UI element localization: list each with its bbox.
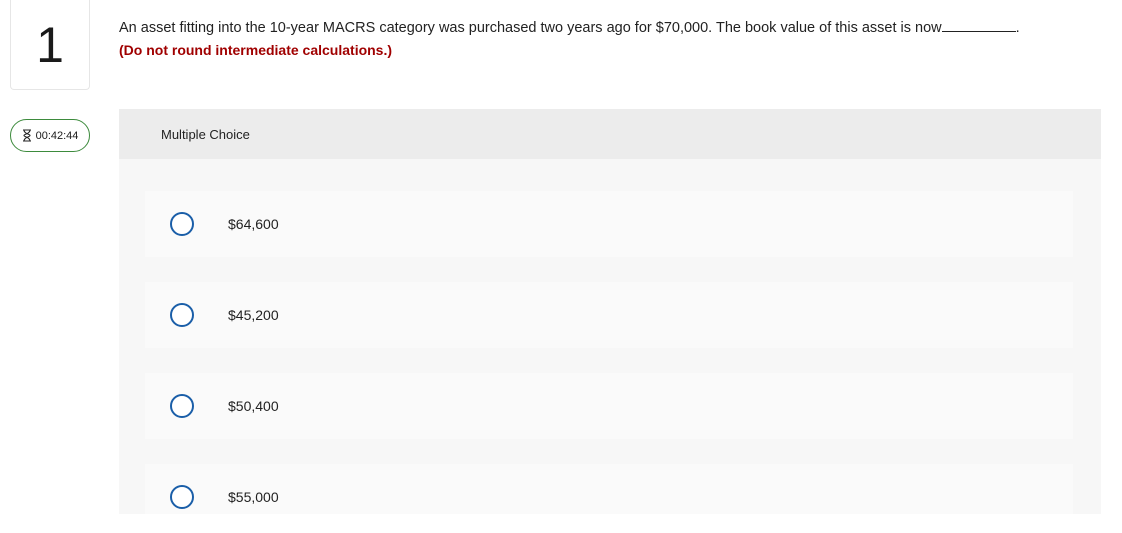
question-note: (Do not round intermediate calculations.… <box>119 42 393 58</box>
question-trailing: . <box>1015 20 1020 36</box>
multiple-choice-header: Multiple Choice <box>119 109 1101 159</box>
answer-blank <box>941 17 1016 32</box>
option-label: $50,400 <box>228 398 279 414</box>
options-list: $64,600 $45,200 $50,400 $55,000 <box>145 191 1073 514</box>
option-2[interactable]: $45,200 <box>145 282 1073 348</box>
timer-badge[interactable]: 00:42:44 <box>10 119 90 152</box>
radio-button[interactable] <box>170 212 194 236</box>
multiple-choice-label: Multiple Choice <box>161 126 250 142</box>
timer-value: 00:42:44 <box>35 129 79 142</box>
question-number: 1 <box>36 16 64 73</box>
option-4[interactable]: $55,000 <box>145 464 1073 514</box>
hourglass-icon <box>22 129 32 142</box>
option-label: $55,000 <box>228 489 279 505</box>
option-3[interactable]: $50,400 <box>145 373 1073 439</box>
question-text: An asset fitting into the 10-year MACRS … <box>119 20 942 36</box>
radio-button[interactable] <box>170 485 194 509</box>
option-1[interactable]: $64,600 <box>145 191 1073 257</box>
choice-panel: Multiple Choice $64,600 $45,200 $50,400 … <box>119 109 1101 514</box>
option-label: $45,200 <box>228 307 279 323</box>
question-prompt: An asset fitting into the 10-year MACRS … <box>119 17 1099 62</box>
radio-button[interactable] <box>170 394 194 418</box>
question-number-box: 1 <box>10 0 90 90</box>
radio-button[interactable] <box>170 303 194 327</box>
option-label: $64,600 <box>228 216 279 232</box>
